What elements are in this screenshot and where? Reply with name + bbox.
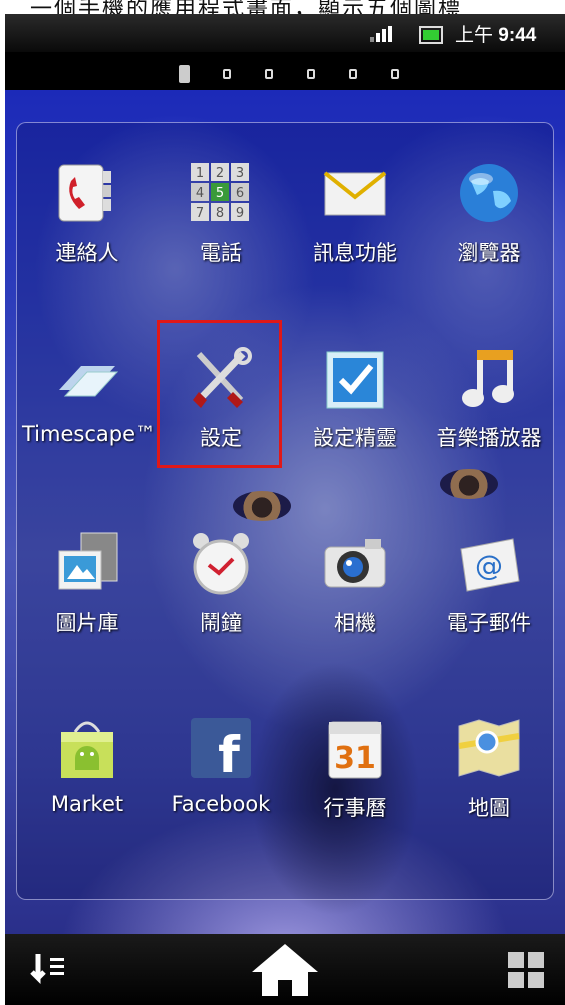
app-timescape[interactable]: Timescape™ bbox=[22, 318, 156, 498]
app-camera[interactable]: 相機 bbox=[290, 503, 420, 683]
signal-icon bbox=[370, 26, 392, 42]
music-note-icon bbox=[457, 346, 521, 410]
market-bag-icon bbox=[55, 716, 119, 780]
phone-screen: 上午 9:44 連絡人 123 456 789 電話 訊息功能 瀏覽器 Timesc… bbox=[5, 14, 565, 1005]
grid-apps-icon[interactable] bbox=[501, 942, 551, 998]
status-bar: 上午 9:44 bbox=[5, 14, 565, 52]
app-label: 圖片庫 bbox=[55, 611, 119, 635]
app-label: 相機 bbox=[334, 611, 376, 635]
app-label: 電話 bbox=[200, 241, 242, 265]
svg-text:9: 9 bbox=[236, 206, 244, 221]
page-dot[interactable] bbox=[265, 69, 273, 79]
app-label: 行事曆 bbox=[323, 796, 387, 820]
app-label: 連絡人 bbox=[55, 241, 119, 265]
app-gallery[interactable]: 圖片庫 bbox=[22, 503, 152, 683]
svg-text:7: 7 bbox=[196, 206, 204, 221]
svg-text:6: 6 bbox=[236, 186, 244, 201]
facebook-letter: f bbox=[218, 726, 241, 780]
app-label: 鬧鐘 bbox=[200, 611, 242, 635]
app-contacts[interactable]: 連絡人 bbox=[22, 133, 152, 313]
app-label: 音樂播放器 bbox=[436, 426, 542, 450]
phone-dialpad-icon: 123 456 789 bbox=[189, 161, 253, 225]
messaging-envelope-icon bbox=[323, 161, 387, 225]
navigation-bar bbox=[5, 934, 565, 1005]
email-icon: @ bbox=[457, 531, 521, 595]
app-messaging[interactable]: 訊息功能 bbox=[290, 133, 420, 313]
camera-icon bbox=[323, 531, 387, 595]
app-phone[interactable]: 123 456 789 電話 bbox=[156, 133, 286, 313]
home-icon[interactable] bbox=[245, 942, 325, 998]
svg-text:5: 5 bbox=[216, 186, 224, 201]
page-dot[interactable] bbox=[349, 69, 357, 79]
app-label: 地圖 bbox=[468, 796, 510, 820]
app-label: Market bbox=[50, 792, 124, 816]
app-label: 瀏覽器 bbox=[457, 241, 521, 265]
app-browser[interactable]: 瀏覽器 bbox=[424, 133, 554, 313]
maps-icon bbox=[457, 716, 521, 780]
app-label: 電子郵件 bbox=[447, 611, 531, 635]
app-label: Facebook bbox=[171, 792, 271, 816]
app-label: 訊息功能 bbox=[313, 241, 397, 265]
page-dot-active[interactable] bbox=[179, 65, 190, 83]
settings-highlight-box bbox=[157, 320, 282, 468]
page-indicator[interactable] bbox=[5, 52, 565, 90]
app-setup-wizard[interactable]: 設定精靈 bbox=[290, 318, 420, 498]
page-dot[interactable] bbox=[391, 69, 399, 79]
sort-list-icon[interactable] bbox=[23, 942, 73, 998]
app-email[interactable]: @ 電子郵件 bbox=[424, 503, 554, 683]
app-calendar[interactable]: 31 行事曆 bbox=[290, 688, 420, 868]
app-music-player[interactable]: 音樂播放器 bbox=[424, 318, 554, 498]
page-dot[interactable] bbox=[307, 69, 315, 79]
app-label: 設定精靈 bbox=[313, 426, 397, 450]
svg-text:3: 3 bbox=[236, 166, 244, 181]
app-drawer: 連絡人 123 456 789 電話 訊息功能 瀏覽器 Timescape™ 設定 … bbox=[16, 122, 554, 900]
svg-text:1: 1 bbox=[196, 166, 204, 181]
alarm-clock-icon bbox=[189, 531, 253, 595]
page-dot[interactable] bbox=[223, 69, 231, 79]
svg-text:@: @ bbox=[475, 549, 503, 582]
app-label: Timescape™ bbox=[22, 422, 156, 446]
app-facebook[interactable]: f Facebook bbox=[156, 688, 286, 868]
calendar-icon: 31 bbox=[323, 716, 387, 780]
svg-text:8: 8 bbox=[216, 206, 224, 221]
contacts-icon bbox=[55, 161, 119, 225]
app-alarm[interactable]: 鬧鐘 bbox=[156, 503, 286, 683]
app-maps[interactable]: 地圖 bbox=[424, 688, 554, 868]
svg-text:4: 4 bbox=[196, 186, 204, 201]
app-market[interactable]: Market bbox=[22, 688, 152, 868]
calendar-day: 31 bbox=[334, 741, 376, 776]
facebook-icon: f bbox=[189, 716, 253, 780]
svg-text:2: 2 bbox=[216, 166, 224, 181]
gallery-icon bbox=[55, 531, 119, 595]
timescape-icon bbox=[55, 346, 119, 410]
setup-wizard-check-icon bbox=[323, 346, 387, 410]
battery-icon bbox=[419, 26, 443, 44]
browser-globe-icon bbox=[457, 161, 521, 225]
status-clock: 上午 9:44 bbox=[455, 25, 537, 46]
